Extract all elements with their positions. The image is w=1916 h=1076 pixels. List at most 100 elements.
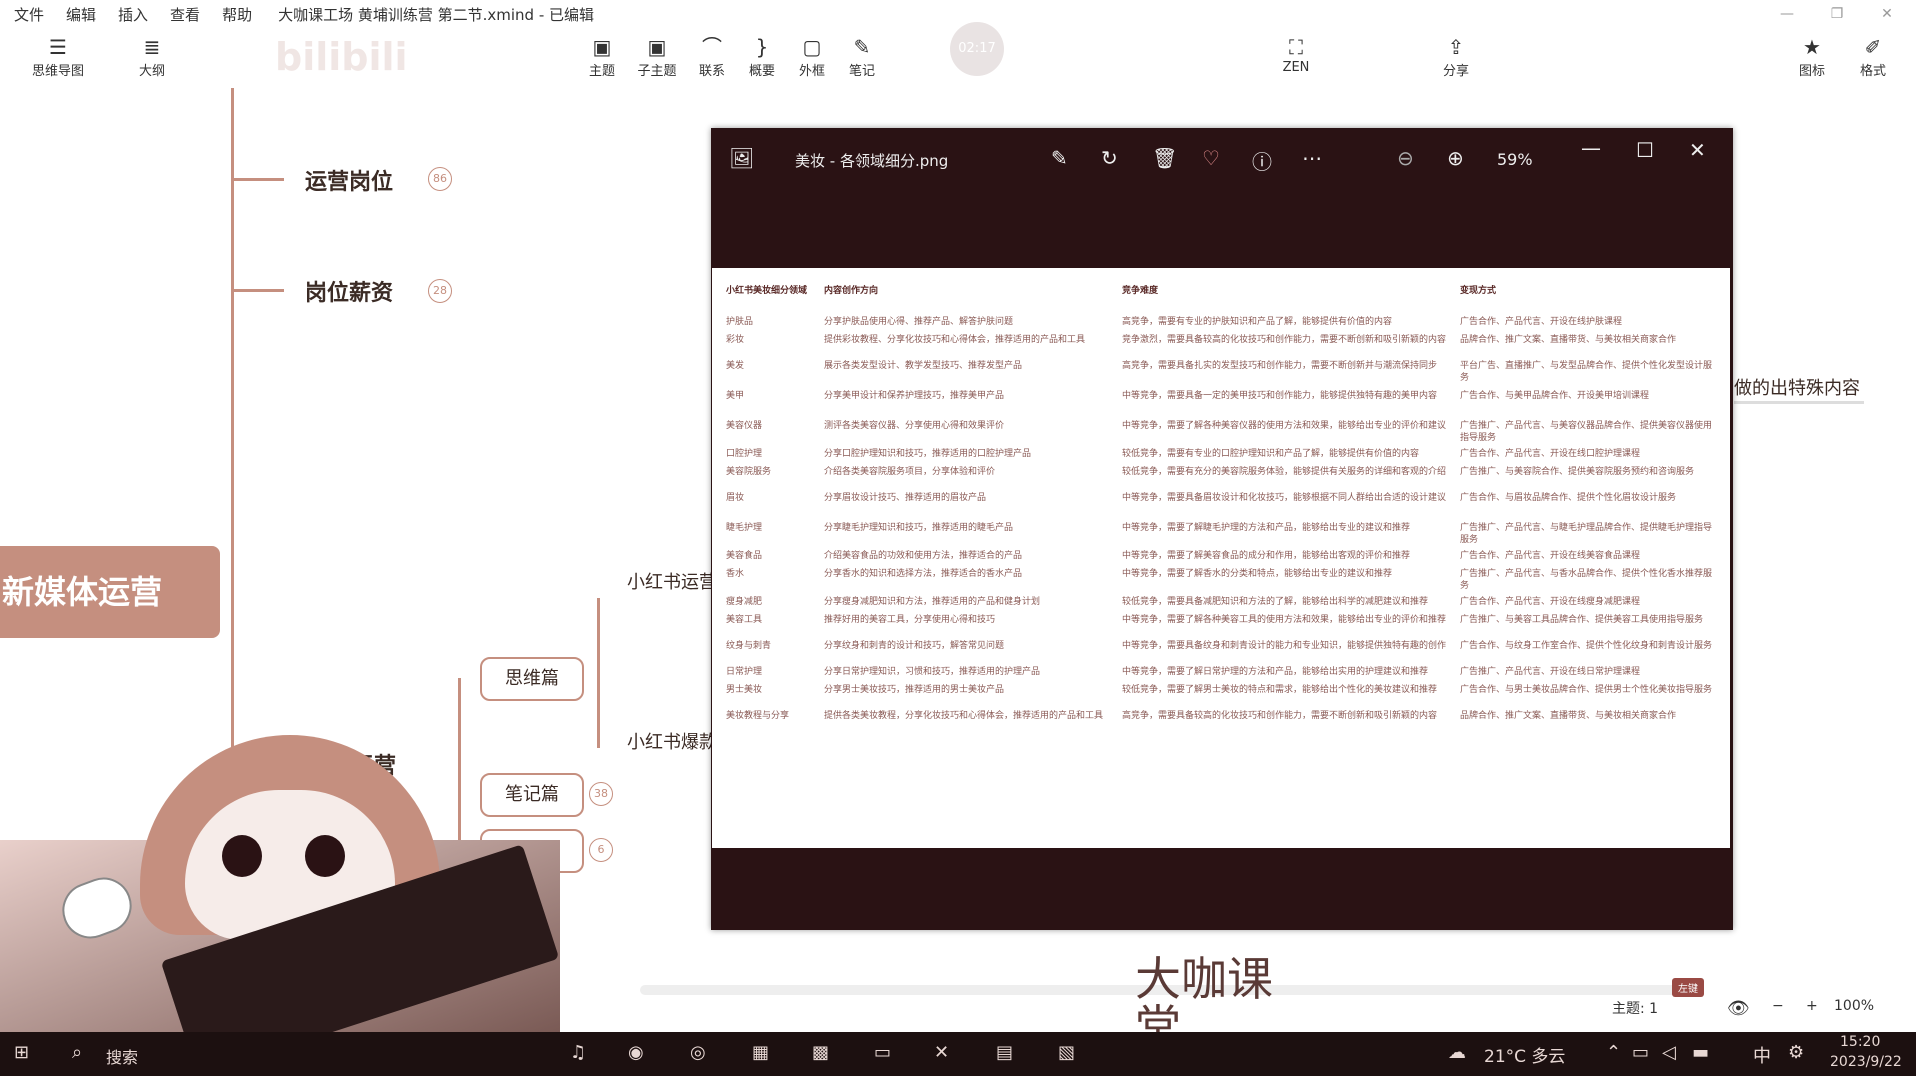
branch-connector xyxy=(234,178,284,181)
star-icon: ★ xyxy=(1803,35,1821,59)
menu-bar: 文件 编辑 插入 查看 帮助 大咖课工场 黄埔训练营 第二节.xmind - 已… xyxy=(0,0,1916,28)
mascot-eye xyxy=(222,835,262,877)
eye-icon[interactable]: 👁 xyxy=(1727,998,1750,1019)
app-icon[interactable]: ▦ xyxy=(752,1042,769,1063)
tray-chevron-icon[interactable]: ⌃ xyxy=(1606,1042,1621,1063)
table-header: 变现方式 xyxy=(1460,286,1497,296)
browser-app-icon[interactable]: ◉ xyxy=(628,1042,644,1063)
topic-xhs-viral[interactable]: 小红书爆款 xyxy=(627,728,717,754)
music-app-icon[interactable]: ♫ xyxy=(570,1042,586,1063)
viewer-titlebar: 🖼 美妆 - 各领域细分.png ✎ ↻ 🗑 ♡ ⓘ ⋯ ⊖ ⊕ 59% — ☐… xyxy=(711,128,1733,188)
topic-notes[interactable]: 笔记篇 xyxy=(480,773,584,817)
icon-panel-button[interactable]: ★ 图标 xyxy=(1782,34,1842,79)
ime-indicator[interactable]: 中 xyxy=(1753,1042,1771,1068)
file-explorer-icon[interactable]: ▤ xyxy=(996,1042,1013,1063)
table-cell: 广告合作、产品代言、开设在线瘦身减肥课程 xyxy=(1460,597,1641,607)
menu-file[interactable]: 文件 xyxy=(14,4,44,25)
topic-xhs-operations[interactable]: 小红书运营 xyxy=(627,568,717,594)
topic-thinking[interactable]: 思维篇 xyxy=(480,657,584,701)
table-cell: 竞争激烈，需要具备较高的化妆技巧和创作能力，需要不断创新和吸引新颖的内容 xyxy=(1122,335,1447,345)
share-button[interactable]: ⇪ 分享 xyxy=(1426,34,1486,79)
edit-image-icon[interactable]: ✎ xyxy=(1051,146,1068,170)
table-cell: 介绍各类美容院服务项目，分享体验和评价 xyxy=(824,467,996,477)
clock-date[interactable]: 2023/9/22 xyxy=(1830,1054,1902,1070)
zoom-status[interactable]: 100% xyxy=(1834,998,1874,1014)
taskbar-search-label[interactable]: 搜索 xyxy=(106,1044,138,1068)
table-cell: 广告合作、产品代言、开设在线美容食品课程 xyxy=(1460,551,1641,561)
mindmap-view-button[interactable]: ☰ 思维导图 xyxy=(28,34,88,79)
note-button[interactable]: ✎ 笔记 xyxy=(832,34,892,79)
collapse-count-badge[interactable]: 38 xyxy=(589,782,613,806)
menu-insert[interactable]: 插入 xyxy=(118,4,148,25)
table-cell: 中等竞争，需要具备纹身和刺青设计的能力和专业知识，能够提供独特有趣的创作 xyxy=(1122,641,1447,651)
menu-view[interactable]: 查看 xyxy=(170,4,200,25)
table-cell: 广告推广、产品代言、与美容仪器品牌合作、提供美容仪器使用指导服务 xyxy=(1460,421,1713,443)
delete-icon[interactable]: 🗑 xyxy=(1152,146,1177,170)
table-cell: 较低竞争，需要具备减肥知识和方法的了解，能够给出科学的减肥建议和推荐 xyxy=(1122,597,1429,607)
ime-settings-icon[interactable]: ⚙ xyxy=(1788,1042,1804,1063)
collapse-count-badge[interactable]: 6 xyxy=(589,838,613,862)
rotate-icon[interactable]: ↻ xyxy=(1101,146,1118,170)
mouse-key-indicator: 左键 xyxy=(1672,978,1704,997)
table-row: 口腔护理 分享口腔护理知识和技巧，推荐适用的口腔护理产品 较低竞争，需要有专业的口腔… xyxy=(722,446,1722,464)
search-icon[interactable]: ⌕ xyxy=(72,1042,82,1063)
relationship-label: 联系 xyxy=(698,64,725,79)
zoom-out-button[interactable]: − xyxy=(1772,998,1784,1014)
table-cell: 高竞争，需要有专业的护肤知识和产品了解，能够提供有价值的内容 xyxy=(1122,317,1393,327)
table-row: 眉妆 分享眉妆设计技巧、推荐适用的眉妆产品 中等竞争，需要具备眉妆设计和化妆技巧，能… xyxy=(722,490,1722,520)
table-cell: 分享口腔护理知识和技巧，推荐适用的口腔护理产品 xyxy=(824,449,1032,459)
more-icon[interactable]: ⋯ xyxy=(1302,146,1322,170)
menu-help[interactable]: 帮助 xyxy=(222,4,252,25)
network-icon[interactable]: ▭ xyxy=(1632,1042,1649,1063)
favorite-heart-icon[interactable]: ♡ xyxy=(1202,146,1220,170)
table-cell: 广告推广、与美容工具品牌合作、提供美容工具使用指导服务 xyxy=(1460,615,1704,625)
table-cell: 广告合作、与眉妆品牌合作、提供个性化眉妆设计服务 xyxy=(1460,493,1677,503)
volume-icon[interactable]: ◁ xyxy=(1662,1042,1676,1063)
topic-position-salary[interactable]: 岗位薪资 xyxy=(305,275,393,307)
app-icon[interactable]: ▭ xyxy=(874,1042,891,1063)
minimize-button[interactable]: — xyxy=(1764,0,1810,28)
table-cell: 彩妆 xyxy=(726,335,745,345)
zoom-in-button[interactable]: + xyxy=(1806,998,1818,1014)
close-icon[interactable]: ✕ xyxy=(1689,138,1706,162)
table-cell: 护肤品 xyxy=(726,317,754,327)
topic-icon: ▣ xyxy=(592,35,612,59)
zoom-out-icon[interactable]: ⊖ xyxy=(1397,146,1414,170)
weather-status[interactable]: 21°C 多云 xyxy=(1484,1042,1565,1067)
restore-button[interactable]: ❐ xyxy=(1814,0,1860,28)
info-icon[interactable]: ⓘ xyxy=(1252,146,1272,175)
outline-view-button[interactable]: ≣ 大纲 xyxy=(122,34,182,79)
topic-operations-positions[interactable]: 运营岗位 xyxy=(305,164,393,196)
table-cell: 分享香水的知识和选择方法，推荐适合的香水产品 xyxy=(824,569,1023,579)
battery-icon[interactable]: ▬ xyxy=(1692,1042,1709,1063)
zoom-in-icon[interactable]: ⊕ xyxy=(1447,146,1464,170)
maximize-icon[interactable]: ☐ xyxy=(1636,138,1654,162)
format-panel-label: 格式 xyxy=(1859,64,1886,79)
table-cell: 测评各类美容仪器、分享使用心得和效果评价 xyxy=(824,421,1005,431)
share-icon: ⇪ xyxy=(1447,35,1465,59)
subtopic-button[interactable]: ▣ 子主题 xyxy=(627,34,687,79)
table-cell: 美容仪器 xyxy=(726,421,763,431)
format-panel-button[interactable]: ✐ 格式 xyxy=(1843,34,1903,79)
clock-time[interactable]: 15:20 xyxy=(1840,1034,1880,1050)
collapse-count-badge[interactable]: 86 xyxy=(428,167,452,191)
topic-button[interactable]: ▣ 主题 xyxy=(572,34,632,79)
topic-special-content[interactable]: 做的出特殊内容 xyxy=(1734,374,1860,400)
close-window-button[interactable]: ✕ xyxy=(1864,0,1910,28)
minimize-icon[interactable]: — xyxy=(1581,136,1601,160)
table-row: 男士美妆 分享男士美妆技巧，推荐适用的男士美妆产品 较低竞争，需要了解男士美妆的特点… xyxy=(722,682,1722,708)
table-cell: 美甲 xyxy=(726,391,745,401)
windows-start-icon[interactable]: ⊞ xyxy=(14,1042,29,1063)
photos-app-icon[interactable]: ▧ xyxy=(1058,1042,1075,1063)
table-cell: 中等竞争，需要具备一定的美甲技巧和创作能力，能够提供独特有趣的美甲内容 xyxy=(1122,391,1438,401)
table-cell: 提供彩妆教程、分享化妆技巧和心得体会，推荐适用的产品和工具 xyxy=(824,335,1086,345)
xmind-app-icon[interactable]: ✕ xyxy=(934,1042,949,1063)
icon-panel-label: 图标 xyxy=(1798,64,1825,79)
menu-edit[interactable]: 编辑 xyxy=(66,4,96,25)
central-topic[interactable]: 新媒体运营 xyxy=(0,546,220,638)
note-icon: ✎ xyxy=(853,35,871,59)
zen-button[interactable]: ⛶ ZEN xyxy=(1266,34,1326,75)
app-icon[interactable]: ◎ xyxy=(690,1042,706,1063)
app-icon[interactable]: ▩ xyxy=(812,1042,829,1063)
collapse-count-badge[interactable]: 28 xyxy=(428,279,452,303)
